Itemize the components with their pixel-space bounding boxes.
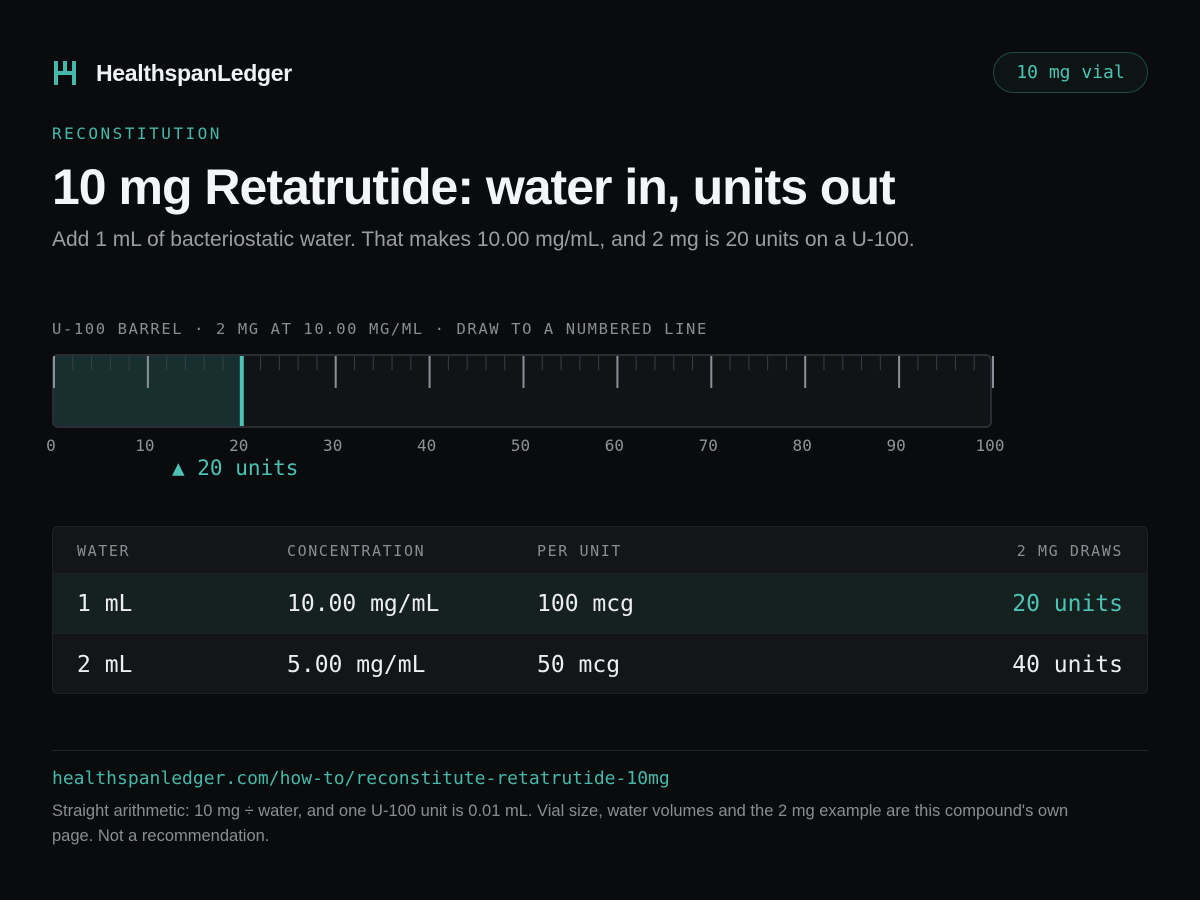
page-title: 10 mg Retatrutide: water in, units out (52, 159, 896, 215)
header-water: WATER (77, 542, 131, 560)
vial-size-badge: 10 mg vial (993, 52, 1148, 93)
dilution-table: WATER CONCENTRATION PER UNIT 2 MG DRAWS … (52, 526, 1148, 694)
footer-url-link[interactable]: healthspanledger.com/how-to/reconstitute… (52, 768, 670, 789)
cell-per-unit: 50 mcg (537, 652, 621, 678)
tick-label: 20 (229, 436, 249, 455)
tick-label: 50 (510, 436, 531, 455)
cell-draws: 40 units (1012, 652, 1123, 678)
tick-label: 40 (416, 436, 437, 455)
cell-water: 2 mL (77, 652, 133, 678)
tick-label: 80 (792, 436, 812, 455)
brand-name: HealthspanLedger (96, 59, 292, 86)
header-draws: 2 MG DRAWS (1016, 542, 1123, 560)
table-header: WATER CONCENTRATION PER UNIT 2 MG DRAWS (53, 527, 1147, 574)
header-concentration: CONCENTRATION (287, 542, 426, 560)
cell-concentration: 5.00 mg/mL (287, 652, 426, 678)
syringe-scale (53, 356, 994, 426)
brand-logo-icon (54, 61, 76, 85)
brand[interactable]: HealthspanLedger (52, 58, 292, 88)
tick-label: 0 (46, 436, 56, 455)
tick-label: 10 (135, 436, 155, 455)
tick-label: 30 (323, 436, 343, 455)
cell-per-unit: 100 mcg (537, 591, 634, 617)
fill-marker (239, 356, 244, 426)
header-per-unit: PER UNIT (537, 542, 623, 560)
tick-label: 70 (698, 436, 718, 455)
section-eyebrow: RECONSTITUTION (52, 124, 222, 143)
cell-draws: 20 units (1012, 591, 1123, 617)
tick-label: 100 (975, 436, 1005, 455)
tick-label: 90 (886, 436, 906, 455)
dose-pointer: ▲ 20 units (172, 456, 299, 480)
table-row[interactable]: 1 mL 10.00 mg/mL 100 mcg 20 units (53, 574, 1147, 634)
tick-label: 60 (604, 436, 625, 455)
footer-disclaimer: Straight arithmetic: 10 mg ÷ water, and … (52, 802, 1069, 845)
syringe-caption: U-100 BARREL · 2 MG AT 10.00 MG/ML · DRA… (52, 320, 708, 338)
table-row[interactable]: 2 mL 5.00 mg/mL 50 mcg 40 units (53, 635, 1147, 693)
cell-concentration: 10.00 mg/mL (287, 591, 440, 617)
cell-water: 1 mL (77, 591, 133, 617)
footer-divider (52, 750, 1148, 751)
page-subtitle: Add 1 mL of bacteriostatic water. That m… (52, 228, 915, 251)
